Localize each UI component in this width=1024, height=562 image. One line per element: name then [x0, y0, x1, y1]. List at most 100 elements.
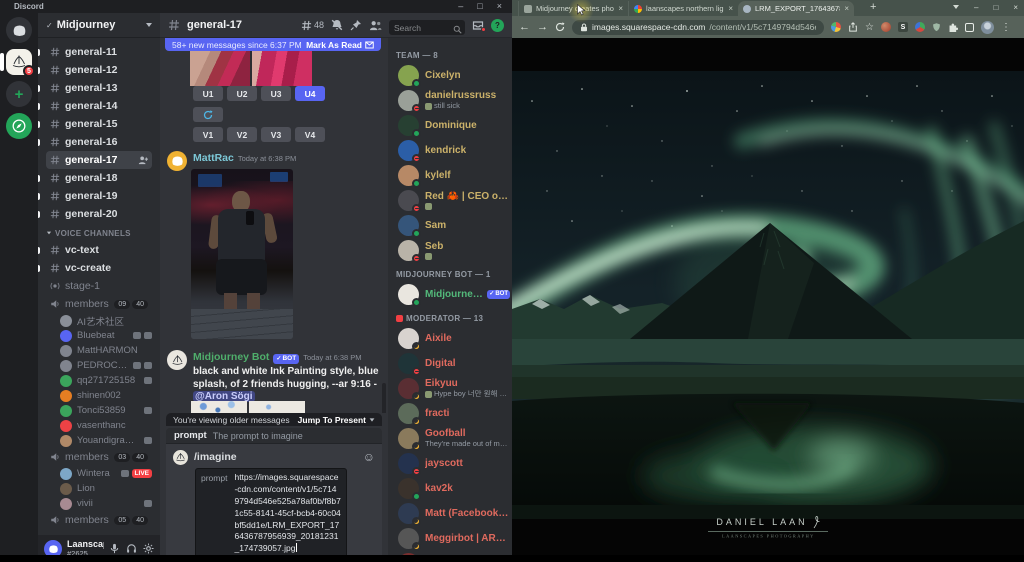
- channel-item[interactable]: general-11: [38, 43, 152, 61]
- reload-icon[interactable]: [555, 22, 565, 32]
- member-row[interactable]: jayscott ✓: [396, 451, 512, 476]
- member-list-toggle-icon[interactable]: [369, 20, 382, 31]
- member-row[interactable]: Eikyuu ✓ Hype boy 너만 원해 Hype ...: [396, 376, 512, 401]
- channel-item[interactable]: general-17: [46, 151, 152, 169]
- extension-color-icon[interactable]: [914, 22, 925, 32]
- extension-icon-s[interactable]: S: [897, 22, 908, 32]
- voice-user-item[interactable]: Youandigraphics: [46, 433, 152, 448]
- inbox-icon[interactable]: [472, 19, 486, 32]
- upscale-button[interactable]: U4: [295, 86, 325, 101]
- channel-item[interactable]: general-15: [38, 115, 152, 133]
- explore-servers-button[interactable]: [6, 113, 32, 139]
- prompt-value[interactable]: https://images.squarespace-cdn.com/conte…: [234, 472, 341, 555]
- voice-user-item[interactable]: MattHARMON: [46, 343, 152, 358]
- channel-item[interactable]: vc-create: [38, 259, 152, 277]
- message-author[interactable]: MattRac: [193, 152, 234, 164]
- member-row[interactable]: Seb ✓: [396, 238, 512, 263]
- invite-members-icon[interactable]: [138, 155, 148, 165]
- channel-item[interactable]: general-12: [38, 61, 152, 79]
- minimize-button[interactable]: –: [974, 3, 978, 12]
- channel-item[interactable]: general-13: [38, 79, 152, 97]
- tab-close-icon[interactable]: ×: [618, 4, 623, 13]
- browser-tab[interactable]: LRM_EXPORT_17643678795689... ×: [738, 1, 854, 16]
- voice-user-item[interactable]: PEDROCOELHO...: [46, 358, 152, 373]
- threads-button[interactable]: 48: [301, 20, 324, 31]
- add-server-button[interactable]: +: [6, 81, 32, 107]
- channel-item[interactable]: general-18: [38, 169, 152, 187]
- voice-user-item[interactable]: shinen002: [46, 388, 152, 403]
- minimize-button[interactable]: –: [458, 2, 463, 11]
- midjourney-grid-image[interactable]: [190, 48, 312, 86]
- voice-user-item[interactable]: AI艺术社区: [46, 313, 152, 328]
- side-panel-icon[interactable]: [964, 22, 974, 32]
- member-row[interactable]: kylelf ✓: [396, 163, 512, 188]
- channel-item[interactable]: general-14: [38, 97, 152, 115]
- message-scroll[interactable]: 58+ new messages since 6:37 PM Mark As R…: [160, 38, 388, 413]
- close-button[interactable]: ×: [497, 2, 502, 11]
- jump-to-present-button[interactable]: Jump To Present: [298, 415, 375, 425]
- microphone-icon[interactable]: [109, 543, 120, 554]
- profile-avatar[interactable]: [980, 20, 994, 34]
- upscale-button[interactable]: U1: [193, 86, 223, 101]
- voice-user-item[interactable]: Tonci53859: [46, 403, 152, 418]
- voice-user-item[interactable]: Wintera LIVE: [46, 466, 152, 481]
- settings-gear-icon[interactable]: [143, 543, 154, 554]
- member-row[interactable]: Sam ✓: [396, 213, 512, 238]
- bookmark-star-icon[interactable]: ☆: [865, 22, 874, 33]
- member-row[interactable]: Goofball ✓ They're made out of meat.: [396, 426, 512, 451]
- ink-painting-image[interactable]: [191, 401, 305, 413]
- member-row[interactable]: Aixile ✓: [396, 326, 512, 351]
- browser-tab[interactable]: laanscapes northern lights - Goo... ×: [628, 1, 738, 16]
- aurora-photo[interactable]: DANIEL LAAN LAANSCAPES PHOTOGRAPHY: [512, 71, 1024, 539]
- older-messages-bar[interactable]: You're viewing older messages Jump To Pr…: [166, 413, 382, 426]
- maximize-button[interactable]: □: [993, 3, 998, 12]
- chat-scrollbar[interactable]: [382, 383, 386, 413]
- midjourney-server-icon[interactable]: 5: [0, 49, 35, 77]
- member-row[interactable]: Digital ✓: [396, 351, 512, 376]
- pinned-messages-icon[interactable]: [350, 19, 362, 31]
- message-input[interactable]: /imagine ☺ prompt https://images.squares…: [166, 444, 382, 562]
- discord-home-button[interactable]: [6, 17, 32, 43]
- gym-selfie-image[interactable]: [191, 169, 293, 339]
- prompt-option-box[interactable]: prompt https://images.squarespace-cdn.co…: [195, 468, 347, 560]
- shield-icon[interactable]: [932, 22, 941, 32]
- member-row[interactable]: Red 🦀 | CEO of bugs ... ✓: [396, 188, 512, 213]
- address-bar[interactable]: images.squarespace-cdn.com/content/v1/5c…: [572, 19, 824, 35]
- new-messages-bar[interactable]: 58+ new messages since 6:37 PM Mark As R…: [165, 38, 381, 51]
- back-icon[interactable]: ←: [519, 21, 530, 33]
- voice-channel-item[interactable]: members-1 09 40: [46, 295, 152, 313]
- extensions-puzzle-icon[interactable]: [948, 22, 958, 32]
- upscale-button[interactable]: U2: [227, 86, 257, 101]
- mark-as-read-button[interactable]: Mark As Read: [306, 40, 374, 50]
- slash-command[interactable]: /imagine: [194, 451, 357, 463]
- voice-user-item[interactable]: qq271725158: [46, 373, 152, 388]
- voice-channel-item[interactable]: members-3 05 40: [46, 511, 152, 529]
- voice-user-item[interactable]: vivii: [46, 496, 152, 511]
- voice-user-item[interactable]: Bluebeat: [46, 328, 152, 343]
- notifications-muted-icon[interactable]: [331, 19, 343, 31]
- server-header[interactable]: ✓ Midjourney: [38, 13, 160, 38]
- member-row[interactable]: fracti ✓: [396, 401, 512, 426]
- extension-icon-red[interactable]: [880, 22, 891, 32]
- variation-button[interactable]: V3: [261, 127, 291, 142]
- upscale-button[interactable]: U3: [261, 86, 291, 101]
- variation-button[interactable]: V1: [193, 127, 223, 142]
- chevron-down-icon[interactable]: [953, 5, 960, 9]
- forward-icon[interactable]: →: [537, 21, 548, 33]
- browser-menu-icon[interactable]: ⋮: [1001, 22, 1011, 33]
- channel-item[interactable]: stage-1: [46, 277, 152, 295]
- help-icon[interactable]: ?: [491, 18, 504, 32]
- voice-channel-item[interactable]: members-2 03 40: [46, 448, 152, 466]
- reroll-button[interactable]: [193, 107, 223, 122]
- channel-item[interactable]: general-20: [38, 205, 152, 223]
- extension-ball-icon[interactable]: [831, 22, 841, 32]
- close-button[interactable]: ×: [1013, 3, 1018, 12]
- member-row[interactable]: Midjourney Bot ✓BOT: [396, 282, 512, 307]
- avatar[interactable]: [167, 350, 187, 370]
- slash-command-hint[interactable]: prompt The prompt to imagine: [166, 428, 382, 444]
- member-row[interactable]: danielrussruss ✓ still sick: [396, 88, 512, 113]
- headphones-icon[interactable]: [126, 543, 137, 554]
- voice-user-item[interactable]: Lion: [46, 481, 152, 496]
- share-icon[interactable]: [848, 22, 858, 32]
- maximize-button[interactable]: □: [477, 2, 482, 11]
